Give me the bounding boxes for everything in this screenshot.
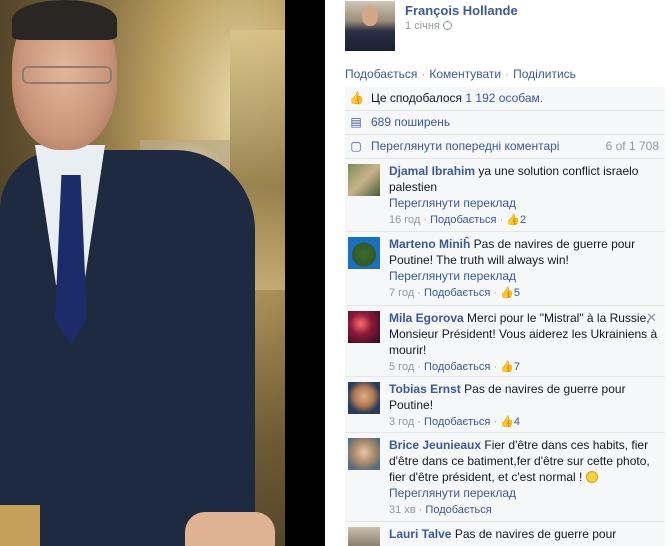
comment-likes-count[interactable]: 4 [514, 416, 520, 428]
comment-meta: 16 год · Подобається · 👍2 [389, 214, 527, 226]
thumbs-up-icon: 👍 [349, 91, 364, 105]
comment-like-link[interactable]: Подобається [425, 504, 491, 516]
post-photo[interactable] [0, 0, 325, 546]
commenter-name[interactable]: Djamal Ibrahim [389, 164, 475, 178]
author-avatar[interactable] [345, 1, 395, 51]
comment-item: Tobias Ernst Pas de navires de guerre po… [345, 377, 665, 433]
globe-icon [442, 21, 452, 30]
comment-likes[interactable]: 👍7 [500, 361, 520, 373]
comment-item: Djamal Ibrahim ya une solution conflict … [345, 159, 665, 232]
thumbs-up-icon: 👍 [500, 416, 514, 428]
share-link[interactable]: Поділитись [513, 67, 576, 81]
commenter-name[interactable]: Marteno Miniĥ [389, 237, 470, 251]
comment-item: Brice Jeunieaux Fier d'être dans ces hab… [345, 433, 665, 522]
comment-time[interactable]: 31 хв [389, 504, 416, 516]
comment-likes[interactable]: 👍4 [500, 416, 520, 428]
comment-like-link[interactable]: Подобається [424, 416, 490, 428]
view-previous-comments[interactable]: ▢ Переглянути попередні коментарі 6 of 1… [345, 135, 665, 159]
author-name[interactable]: François Hollande [405, 3, 518, 18]
comment-likes[interactable]: 👍5 [500, 287, 520, 299]
comment-like-link[interactable]: Подобається [424, 287, 490, 299]
commenter-name[interactable]: Lauri Talve [389, 527, 451, 541]
commenter-avatar[interactable] [348, 527, 380, 546]
commenter-name[interactable]: Mila Egorova [389, 311, 464, 325]
share-icon: ▤ [350, 115, 362, 129]
comment-meta: 5 год · Подобається · 👍7 [389, 361, 520, 373]
comment-time[interactable]: 16 год [389, 214, 420, 226]
comment-item: Lauri Talve Pas de navires de guerre pou… [345, 522, 665, 546]
close-icon[interactable]: ✕ [646, 310, 657, 326]
comment-item: Marteno Miniĥ Pas de navires de guerre p… [345, 232, 665, 306]
comment-likes-count[interactable]: 5 [514, 287, 520, 299]
comments-icon: ▢ [350, 139, 362, 153]
comment-link[interactable]: Коментувати [429, 67, 501, 81]
commenter-avatar[interactable] [348, 164, 380, 196]
post-date[interactable]: 1 січня [405, 20, 452, 32]
thumbs-up-icon: 👍 [500, 361, 514, 373]
shares-summary: ▤ 689 поширень [345, 111, 665, 135]
separator: · [505, 67, 510, 81]
like-link[interactable]: Подобається [345, 67, 417, 81]
comment-like-link[interactable]: Подобається [430, 214, 496, 226]
post-actions: Подобається · Коментувати · Поділитись [345, 67, 576, 81]
post-date-text[interactable]: 1 січня [405, 20, 440, 32]
photo-suit [0, 150, 255, 546]
post-header: François Hollande 1 січня [345, 0, 665, 56]
smile-emoji-icon [585, 471, 598, 483]
likes-summary-text: Це сподобалося 1 192 особам. [371, 91, 543, 105]
commenter-avatar[interactable] [348, 237, 380, 269]
commenter-avatar[interactable] [348, 438, 380, 470]
likes-summary: 👍 Це сподобалося 1 192 особам. [345, 87, 665, 111]
separator: · [421, 67, 426, 81]
photo-glasses [22, 66, 112, 84]
thumbs-up-icon: 👍 [500, 287, 514, 299]
comment-likes-count[interactable]: 7 [514, 361, 520, 373]
see-translation-link[interactable]: Переглянути переклад [389, 486, 516, 500]
comment-meta: 31 хв · Подобається [389, 504, 492, 516]
comment-time[interactable]: 5 год [389, 361, 414, 373]
photo-hair [12, 0, 117, 40]
photo-hand [185, 512, 275, 546]
thumbs-up-icon: 👍 [506, 214, 520, 226]
comment-meta: 3 год · Подобається · 👍4 [389, 416, 520, 428]
comment-likes[interactable]: 👍2 [506, 214, 526, 226]
photo-table [0, 505, 40, 546]
commenter-avatar[interactable] [348, 382, 380, 414]
comment-meta: 7 год · Подобається · 👍5 [389, 287, 520, 299]
see-translation-link[interactable]: Переглянути переклад [389, 196, 516, 210]
likes-count[interactable]: 1 192 особам. [465, 91, 543, 105]
comment-likes-count[interactable]: 2 [520, 214, 526, 226]
post-sidebar: François Hollande 1 січня Подобається · Ко… [325, 0, 671, 546]
view-previous-comments-link[interactable]: Переглянути попередні коментарі [371, 139, 559, 153]
comment-text: Pas de navires de guerre pour [454, 527, 617, 541]
comment-like-link[interactable]: Подобається [424, 361, 490, 373]
commenter-name[interactable]: Tobias Ernst [389, 382, 461, 396]
comment-item: Mila Egorova Merci pour le "Mistral" à l… [345, 306, 665, 377]
comment-time[interactable]: 7 год [389, 287, 414, 299]
see-translation-link[interactable]: Переглянути переклад [389, 269, 516, 283]
comments-count: 6 of 1 708 [605, 139, 659, 153]
commenter-avatar[interactable] [348, 311, 380, 343]
comment-time[interactable]: 3 год [389, 416, 414, 428]
commenter-name[interactable]: Brice Jeunieaux [389, 438, 481, 452]
likes-prefix: Це сподобалося [371, 91, 463, 105]
shares-count[interactable]: 689 поширень [371, 115, 450, 129]
photo-divider [285, 0, 325, 546]
